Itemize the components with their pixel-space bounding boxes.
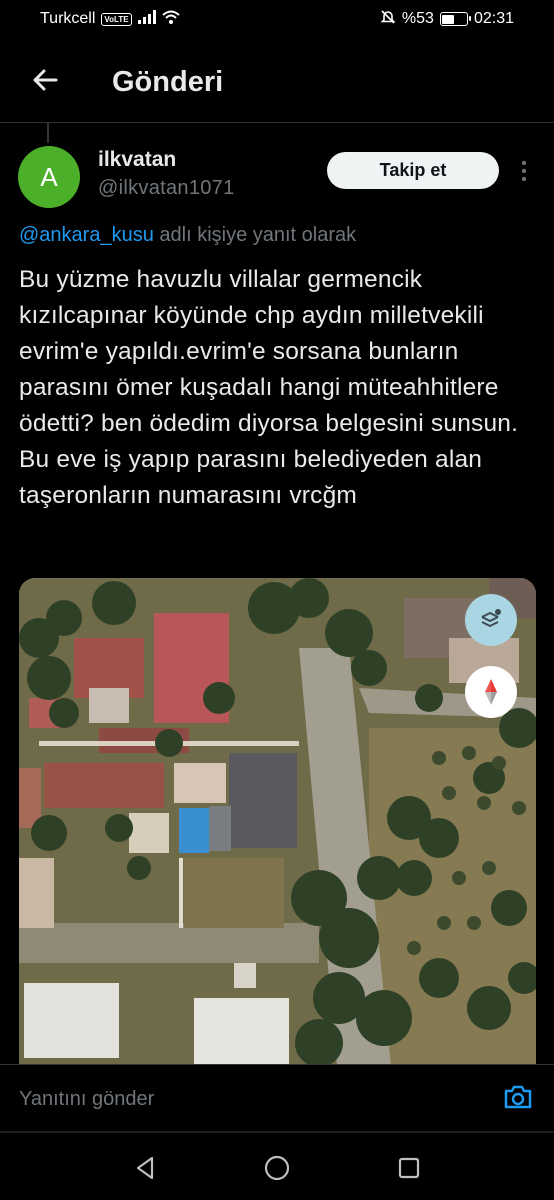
arrow-left-icon <box>32 69 58 96</box>
reply-suffix: adlı kişiye yanıt olarak <box>153 224 357 246</box>
more-options-button[interactable] <box>512 156 536 186</box>
carrier-name: Turkcell <box>40 10 96 27</box>
satellite-map-image <box>19 578 536 1066</box>
reply-mention-link[interactable]: @ankara_kusu <box>19 224 154 246</box>
status-right: %53 02:31 <box>380 9 514 30</box>
clock: 02:31 <box>473 10 514 27</box>
more-dot <box>522 161 526 165</box>
author-names[interactable]: ilkvatan @ilkvatan1071 <box>98 146 235 202</box>
page-title: Gönderi <box>112 65 224 98</box>
more-dot <box>522 169 526 173</box>
wifi-icon <box>161 10 180 29</box>
tweet-text: Bu yüzme havuzlu villalar germencik kızı… <box>19 266 519 509</box>
nav-back-button[interactable] <box>125 1150 165 1190</box>
thread-connector-line <box>47 123 49 143</box>
reply-composer <box>0 1065 554 1133</box>
status-bar: Turkcell VoLTE %53 02:31 <box>0 0 554 38</box>
mute-icon <box>380 9 396 30</box>
camera-button[interactable] <box>501 1082 535 1116</box>
camera-icon <box>503 1084 533 1115</box>
battery-icon <box>439 12 471 26</box>
volte-badge: VoLTE <box>101 12 132 26</box>
square-recents-icon <box>397 1156 421 1185</box>
display-name[interactable]: ilkvatan <box>98 146 235 174</box>
avatar[interactable]: A <box>18 146 80 208</box>
top-bar: Gönderi <box>0 52 554 112</box>
layers-icon <box>478 607 504 633</box>
follow-button[interactable]: Takip et <box>327 152 499 189</box>
compass-icon <box>479 677 503 707</box>
nav-recents-button[interactable] <box>389 1150 429 1190</box>
back-button[interactable] <box>0 52 90 112</box>
battery-level <box>442 14 455 24</box>
system-nav-bar <box>0 1140 554 1200</box>
replying-to: @ankara_kusu adlı kişiye yanıt olarak <box>19 224 356 247</box>
triangle-back-icon <box>134 1156 156 1185</box>
status-left: Turkcell VoLTE <box>40 9 180 29</box>
composer-underline <box>0 1131 554 1133</box>
circle-home-icon <box>263 1154 291 1187</box>
reply-input[interactable] <box>19 1087 501 1111</box>
map-layers-button[interactable] <box>465 594 517 646</box>
user-handle[interactable]: @ilkvatan1071 <box>98 174 235 202</box>
compass-button[interactable] <box>465 666 517 718</box>
tweet-media-image[interactable] <box>19 578 536 1066</box>
nav-home-button[interactable] <box>257 1150 297 1190</box>
battery-percent: %53 <box>401 10 434 27</box>
more-dot <box>522 177 526 181</box>
signal-icon <box>137 9 156 29</box>
header-divider <box>0 122 554 123</box>
tweet-author-row: A ilkvatan @ilkvatan1071 Takip et <box>18 146 538 210</box>
